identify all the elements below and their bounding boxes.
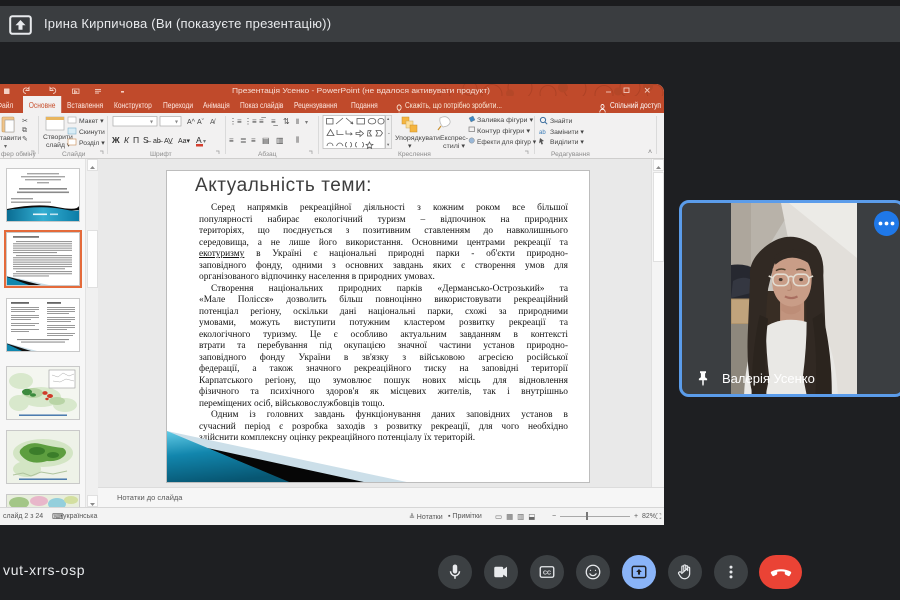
svg-text:✂: ✂ (22, 118, 28, 125)
svg-text:Знайти: Знайти (550, 117, 573, 125)
svg-text:Презентація Усенко - PowerPoin: Презентація Усенко - PowerPoint (не вдал… (232, 87, 490, 95)
svg-text:⌄: ⌄ (387, 130, 391, 135)
svg-text:Aa▾: Aa▾ (178, 138, 191, 145)
svg-text:Ефекти для фігур ▾: Ефекти для фігур ▾ (477, 138, 537, 146)
svg-text:слайд ▾: слайд ▾ (46, 141, 71, 149)
svg-text:Контур фігури ▾: Контур фігури ▾ (477, 127, 531, 135)
svg-text:П: П (133, 135, 139, 145)
svg-text:тавити: тавити (0, 135, 21, 142)
svg-text:Шрифт: Шрифт (150, 151, 172, 158)
svg-text:A^: A^ (187, 119, 196, 126)
svg-text:ab: ab (539, 130, 546, 136)
svg-text:▥: ▥ (276, 136, 284, 145)
svg-text:Скинути: Скинути (79, 129, 105, 136)
svg-text:Абзац: Абзац (258, 150, 277, 158)
svg-text:Заливка фігури ▾: Заливка фігури ▾ (477, 116, 534, 124)
svg-text:Макет ▾: Макет ▾ (79, 118, 104, 125)
svg-text:▤: ▤ (262, 136, 270, 145)
svg-text:≡: ≡ (229, 136, 234, 145)
svg-text:S̶: S̶ (143, 135, 152, 145)
svg-text:⋮≡: ⋮≡ (244, 117, 257, 126)
svg-text:▾: ▾ (305, 120, 308, 126)
svg-text:Упорядкувати: Упорядкувати (395, 135, 440, 142)
svg-text:▾: ▾ (4, 144, 7, 150)
svg-text:Креслення: Креслення (398, 151, 431, 158)
svg-text:▾: ▾ (203, 139, 206, 145)
svg-text:⫼: ⫼ (296, 136, 299, 144)
svg-text:≣: ≣ (240, 136, 247, 145)
svg-text:CC: CC (543, 571, 551, 577)
svg-text:⫴: ⫴ (296, 118, 299, 126)
svg-text:стилі ▾: стилі ▾ (443, 142, 466, 150)
svg-text:≡̅: ≡̅ (259, 117, 267, 126)
svg-text:A: A (196, 135, 202, 145)
svg-text:Розділ ▾: Розділ ▾ (79, 139, 105, 147)
svg-text:✎: ✎ (22, 136, 28, 143)
svg-text:Ж: Ж (111, 135, 120, 145)
svg-text:≡: ≡ (251, 136, 256, 145)
svg-text:⇅: ⇅ (283, 117, 290, 126)
svg-text:Експрес-: Експрес- (440, 135, 468, 142)
svg-text:▾: ▾ (408, 143, 412, 150)
svg-text:Виділити ▾: Виділити ▾ (550, 138, 584, 146)
svg-text:Редагування: Редагування (551, 151, 590, 158)
svg-text:▾: ▾ (175, 120, 178, 126)
svg-text:К: К (124, 135, 130, 145)
svg-text:˄: ˄ (648, 149, 652, 156)
svg-text:⧉: ⧉ (22, 127, 27, 134)
svg-text:A̸: A̸ (210, 118, 216, 126)
svg-text:Aˇ: Aˇ (197, 119, 205, 126)
svg-text:ab̶: ab̶ (153, 138, 164, 145)
svg-text:Слайди: Слайди (62, 150, 86, 158)
svg-text:▾: ▾ (150, 120, 153, 126)
svg-text:AV̲: AV̲ (164, 138, 173, 145)
svg-text:⋮≡: ⋮≡ (229, 117, 242, 126)
svg-text:≡̲: ≡̲ (271, 117, 279, 126)
svg-text:Замінити ▾: Замінити ▾ (550, 128, 584, 136)
